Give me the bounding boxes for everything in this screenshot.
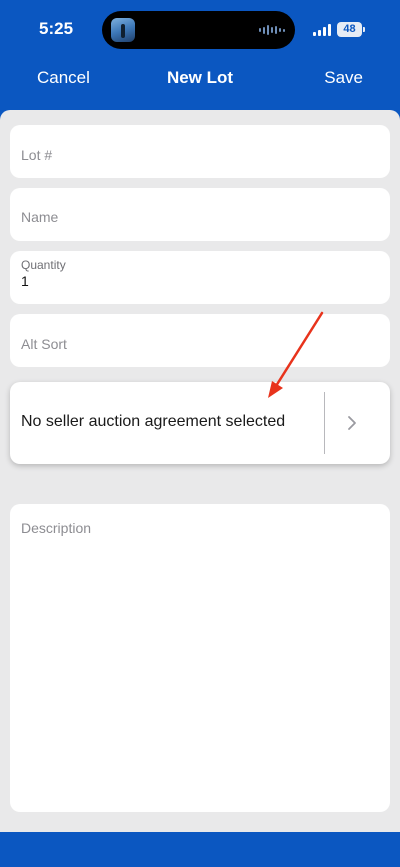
- battery-icon: 48: [337, 22, 362, 37]
- chevron-right-icon[interactable]: [344, 411, 362, 435]
- description-placeholder: Description: [21, 520, 92, 536]
- audio-waveform-icon: [259, 25, 285, 35]
- battery-nub: [363, 27, 365, 32]
- save-button[interactable]: Save: [324, 68, 363, 88]
- seller-agreement-text: No seller auction agreement selected: [21, 413, 286, 430]
- seller-agreement-selector[interactable]: No seller auction agreement selected: [10, 382, 390, 464]
- now-playing-thumbnail: [111, 18, 135, 42]
- name-field[interactable]: Name: [10, 188, 390, 241]
- bottom-bar: [0, 832, 400, 867]
- lot-number-placeholder: Lot #: [21, 147, 53, 163]
- status-bar: 5:25 48: [0, 0, 400, 60]
- quantity-value: 1: [21, 273, 29, 289]
- lot-number-field[interactable]: Lot #: [10, 125, 390, 178]
- agreement-divider: [324, 392, 325, 454]
- quantity-label: Quantity: [21, 258, 66, 272]
- name-placeholder: Name: [21, 209, 59, 225]
- quantity-field[interactable]: Quantity 1: [10, 251, 390, 304]
- status-time: 5:25: [39, 19, 74, 38]
- navigation-bar: Cancel New Lot Save: [0, 60, 400, 110]
- alt-sort-placeholder: Alt Sort: [21, 336, 67, 352]
- form-content: Lot # Name Quantity 1 Alt Sort No seller…: [0, 110, 400, 832]
- alt-sort-field[interactable]: Alt Sort: [10, 314, 390, 367]
- dynamic-island: [102, 11, 295, 49]
- cellular-signal-icon: [313, 24, 331, 36]
- description-field[interactable]: Description: [10, 504, 390, 812]
